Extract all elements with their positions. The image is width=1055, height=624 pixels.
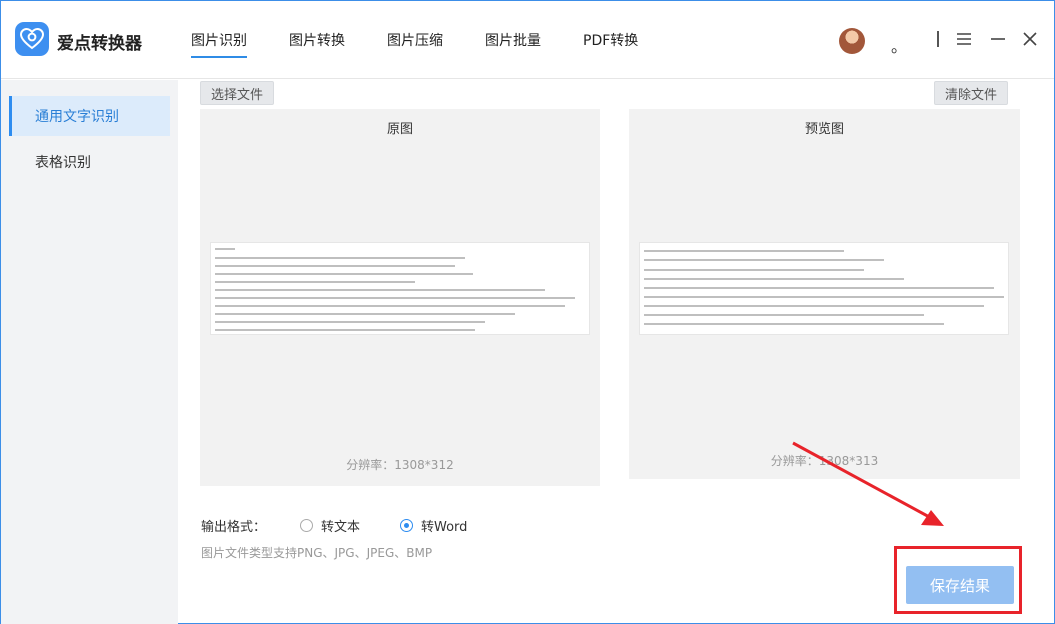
preview-title: 预览图 [804, 122, 844, 137]
close-icon[interactable] [1020, 29, 1040, 49]
output-format-label: 输出格式： [201, 520, 267, 535]
title-bar: 爱点转换器 图片识别 图片转换 图片压缩 图片批量 PDF转换 。 [1, 1, 1054, 79]
app-window: 爱点转换器 图片识别 图片转换 图片压缩 图片批量 PDF转换 。 通用文字识别… [0, 0, 1055, 624]
app-title: 爱点转换器 [57, 34, 142, 54]
tab-image-batch[interactable]: 图片批量 [485, 1, 541, 79]
file-type-hint: 图片文件类型支持PNG、JPG、JPEG、BMP [201, 546, 433, 560]
radio-circle-icon[interactable] [300, 519, 313, 532]
original-resolution: 分辨率：1308*312 [346, 458, 454, 472]
tab-image-convert[interactable]: 图片转换 [289, 1, 345, 79]
tab-pdf-convert[interactable]: PDF转换 [583, 1, 638, 79]
minimize-icon[interactable] [988, 29, 1008, 49]
preview-panel: 预览图 分辨率：1308*313 [629, 109, 1020, 479]
header-separator [937, 31, 939, 47]
original-image [210, 242, 590, 335]
sidebar-item-general-ocr[interactable]: 通用文字识别 [9, 96, 170, 136]
tab-image-compress[interactable]: 图片压缩 [387, 1, 443, 79]
user-avatar[interactable] [839, 28, 865, 54]
original-panel: 原图 分辨率：1308*312 [200, 109, 600, 486]
radio-to-text-label: 转文本 [321, 520, 361, 535]
radio-to-word-label: 转Word [421, 520, 468, 535]
sidebar-item-table-ocr[interactable]: 表格识别 [9, 142, 170, 182]
sidebar: 通用文字识别 表格识别 [1, 80, 178, 624]
heart-logo-icon [15, 22, 49, 56]
menu-icon[interactable] [954, 29, 974, 49]
radio-selected-icon[interactable] [400, 519, 413, 532]
clear-file-button[interactable]: 清除文件 [934, 81, 1009, 105]
preview-resolution: 分辨率：1308*313 [770, 454, 879, 468]
radio-to-word[interactable]: 转Word [400, 516, 467, 535]
main-tabs: 图片识别 图片转换 图片压缩 图片批量 PDF转换 [191, 1, 680, 79]
preview-image [639, 242, 1009, 335]
radio-to-text[interactable]: 转文本 [300, 516, 360, 535]
dot-text: 。 [891, 37, 908, 56]
tab-image-recognition[interactable]: 图片识别 [191, 1, 247, 79]
save-result-button[interactable]: 保存结果 [906, 566, 1014, 604]
select-file-button[interactable]: 选择文件 [200, 81, 275, 105]
original-title: 原图 [386, 122, 413, 137]
